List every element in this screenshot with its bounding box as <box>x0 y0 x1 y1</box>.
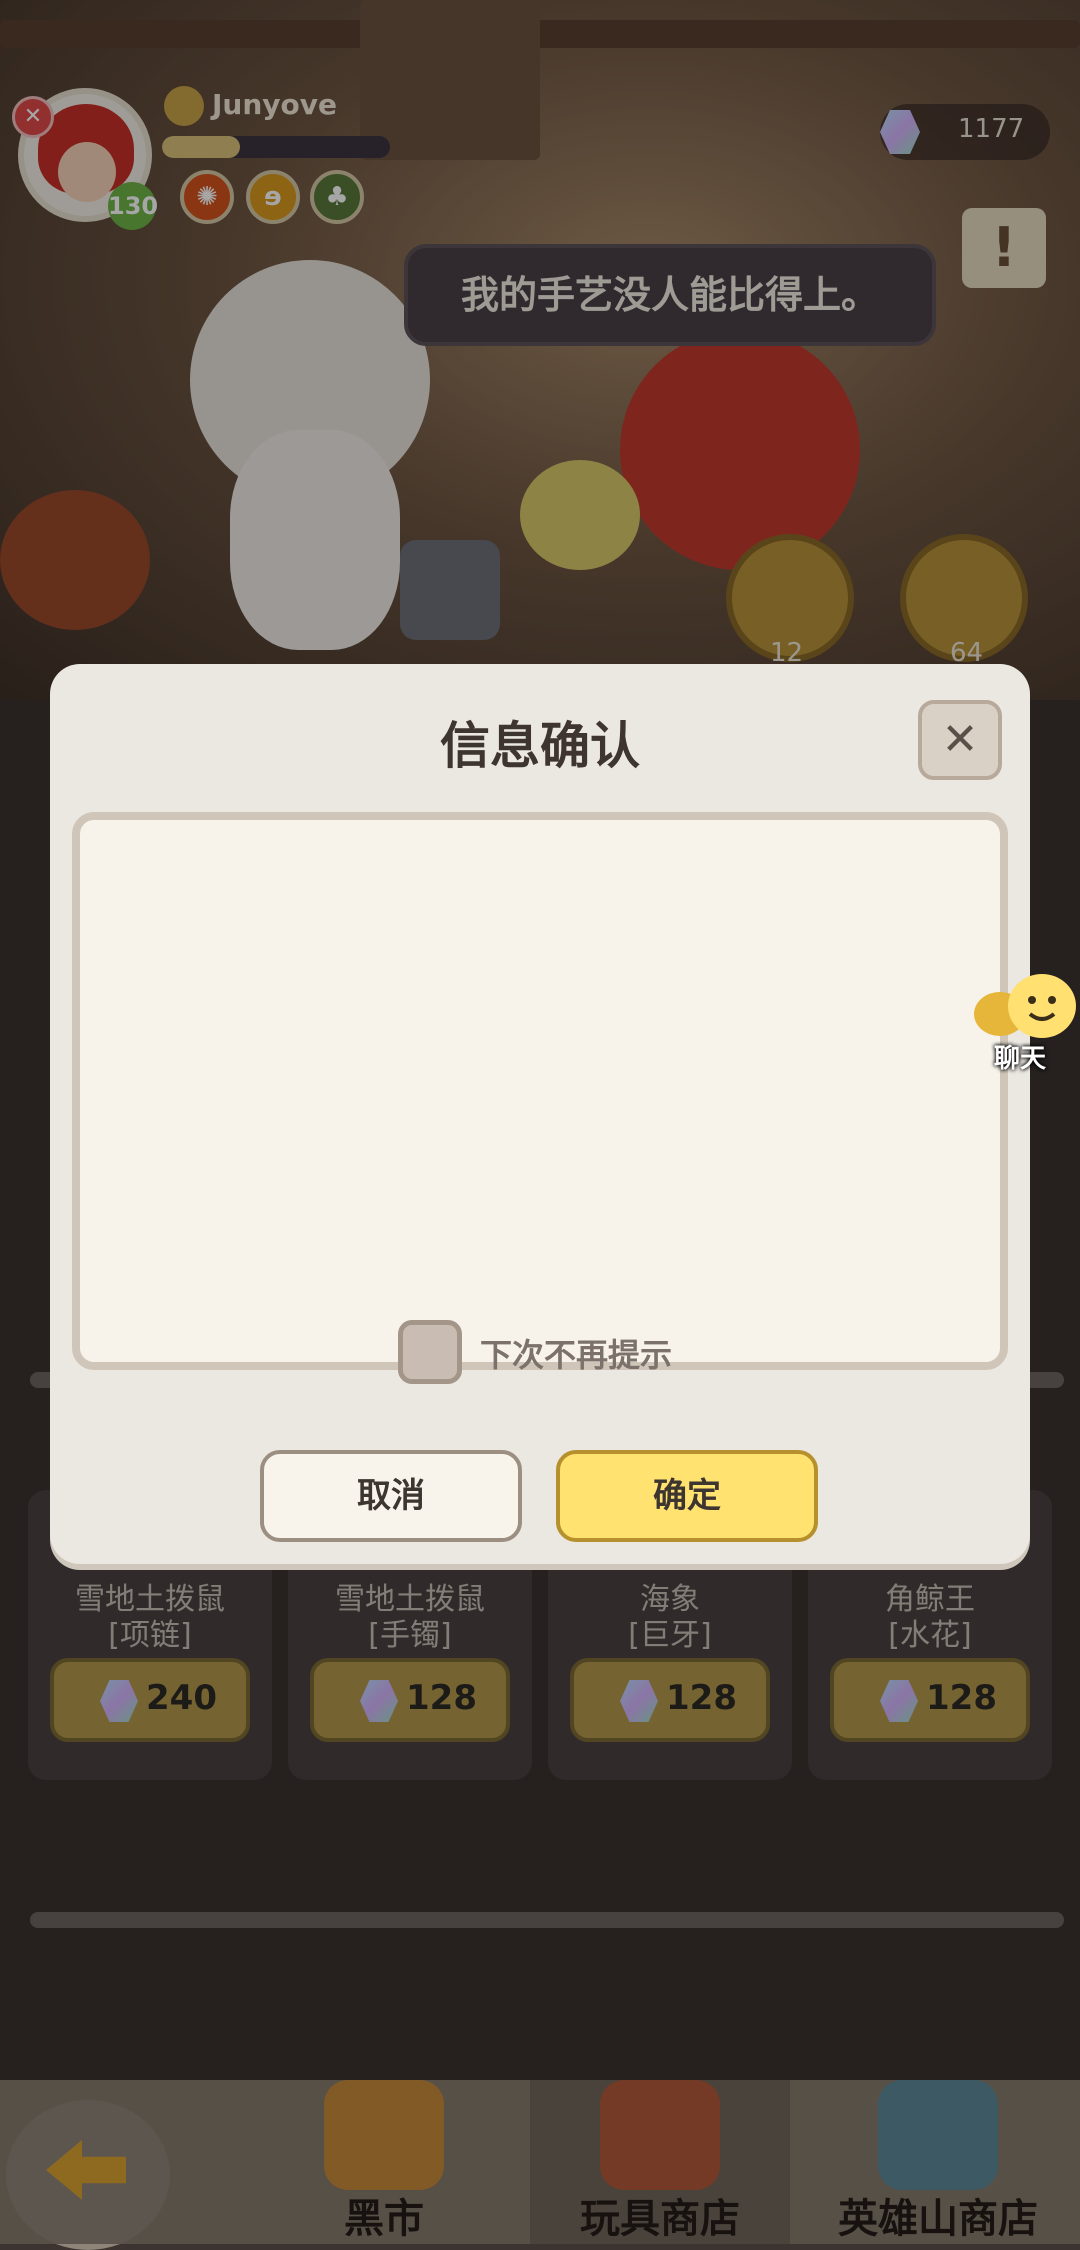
chat-label: 聊天 <box>993 1044 1046 1074</box>
close-icon: ✕ <box>941 714 979 765</box>
cancel-button[interactable]: 取消 <box>260 1450 522 1542</box>
checkbox-label[interactable]: 下次不再提示 <box>480 1330 672 1376</box>
dont-show-again-checkbox[interactable] <box>398 1320 462 1384</box>
dialog-content-panel: 下次不再提示 <box>72 812 1008 1384</box>
confirm-button[interactable]: 确定 <box>556 1450 818 1542</box>
chat-button[interactable]: 聊天 <box>970 970 1080 1080</box>
confirm-dialog: 信息确认 ✕ 下次不再提示 取消 确定 <box>50 664 1030 1564</box>
dialog-title: 信息确认 <box>440 717 640 775</box>
close-button[interactable]: ✕ <box>918 700 1002 780</box>
